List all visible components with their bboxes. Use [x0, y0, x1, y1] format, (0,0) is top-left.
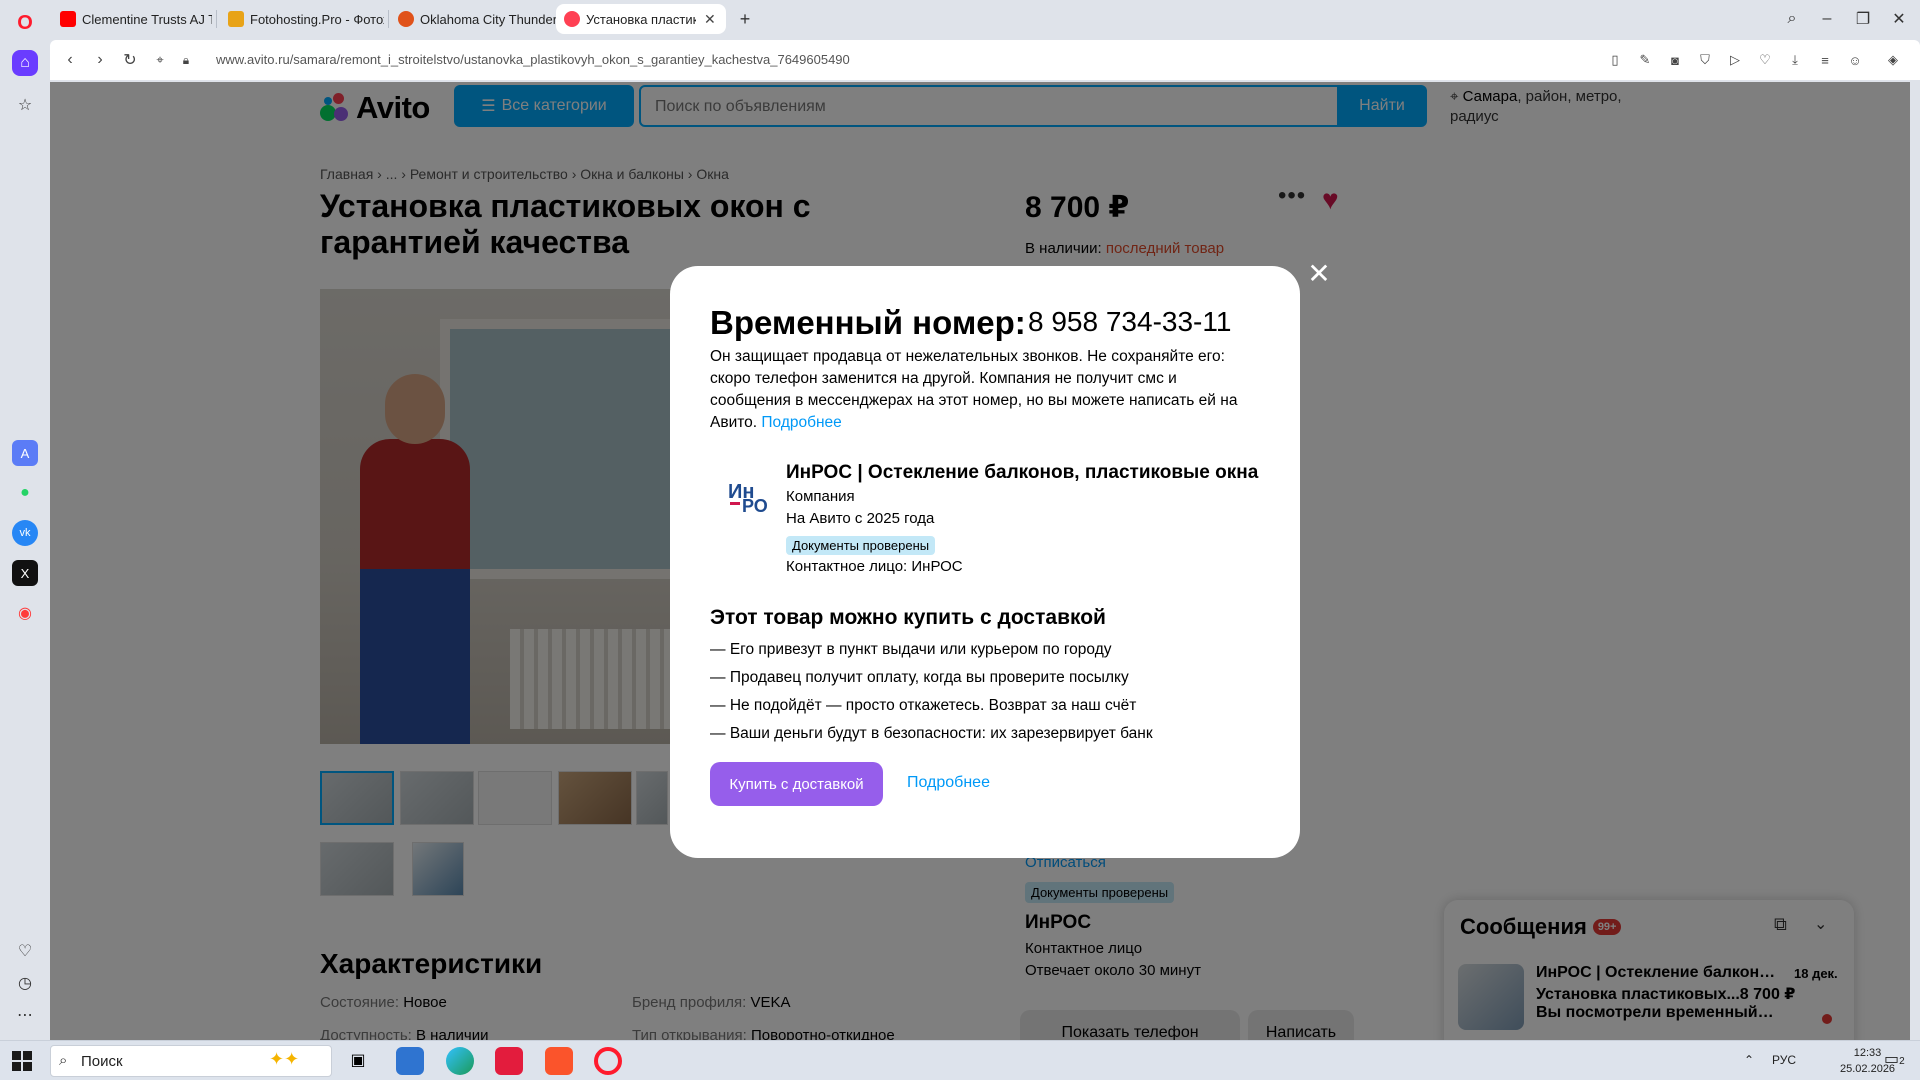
- profile-icon[interactable]: ☺: [1845, 50, 1865, 70]
- notification-count: 2: [1899, 1056, 1905, 1067]
- more-details-link[interactable]: Подробнее: [907, 774, 990, 792]
- home-icon[interactable]: ⌂: [12, 50, 38, 76]
- close-icon[interactable]: ✕: [1307, 260, 1331, 288]
- browser-sidebar: O ⌂ ☆ A ● vk X ◉ ♡ ◷ ⋯: [0, 0, 50, 1040]
- taskbar-search-label: Поиск: [81, 1053, 123, 1070]
- heart-icon[interactable]: ♡: [12, 938, 38, 964]
- history-icon[interactable]: ◷: [12, 970, 38, 996]
- reddit-icon: [398, 11, 414, 27]
- back-icon[interactable]: ‹: [58, 48, 82, 72]
- outlook-icon[interactable]: [396, 1047, 424, 1075]
- modal-title: Временный номер:: [710, 304, 1026, 341]
- avito-tab-icon: [564, 11, 580, 27]
- tab-bar: Clementine Trusts AJ To M Fotohosting.Pr…: [50, 0, 1920, 38]
- more-icon[interactable]: ⋯: [12, 1002, 38, 1028]
- minimize-icon[interactable]: –: [1814, 6, 1840, 32]
- tab-1[interactable]: Clementine Trusts AJ To M: [52, 4, 212, 34]
- whatsapp-icon[interactable]: ●: [12, 480, 38, 506]
- search-icon: ⌕: [59, 1052, 68, 1069]
- close-tab-icon[interactable]: ✕: [704, 11, 716, 28]
- temp-phone-number: 8 958 734-33-11: [1028, 306, 1232, 337]
- vk-icon[interactable]: vk: [12, 520, 38, 546]
- tab-search-icon[interactable]: ⌕: [1779, 6, 1805, 32]
- lock-icon[interactable]: 🔒︎: [174, 48, 198, 72]
- pinboard-icon[interactable]: ☆: [12, 92, 38, 118]
- opera-logo-icon[interactable]: O: [12, 10, 38, 36]
- tab-4-title: Установка пластиковых о: [586, 11, 696, 27]
- url-field[interactable]: www.avito.ru/samara/remont_i_stroitelstv…: [216, 52, 850, 67]
- restore-icon[interactable]: ❐: [1850, 6, 1876, 32]
- extensions-icon[interactable]: ◈: [1883, 50, 1903, 70]
- delivery-item: Его привезут в пункт выдачи или курьером…: [710, 640, 1153, 668]
- modal-seller-type: Компания: [786, 488, 855, 505]
- taskbar-search[interactable]: ⌕ Поиск ✦✦: [50, 1045, 332, 1077]
- tray-chevron-icon[interactable]: ⌃: [1744, 1053, 1754, 1067]
- delivery-item: Не подойдёт — просто откажетесь. Возврат…: [710, 696, 1153, 724]
- delivery-list: Его привезут в пункт выдачи или курьером…: [710, 640, 1153, 752]
- delivery-item: Продавец получит оплату, когда вы провер…: [710, 668, 1153, 696]
- svg-text:РО: РО: [742, 496, 768, 514]
- reload-icon[interactable]: ↻: [118, 48, 142, 72]
- modal-description: Он защищает продавца от нежелательных зв…: [710, 348, 1238, 431]
- tab-3-title: Oklahoma City Thunder: [420, 11, 558, 27]
- tab-2-title: Fotohosting.Pro - Фотохо: [250, 11, 384, 27]
- x-icon[interactable]: X: [12, 560, 38, 586]
- opera-taskbar-icon[interactable]: [594, 1047, 622, 1075]
- modal-seller-title[interactable]: ИнРОС | Остекление балконов, пластиковые…: [786, 462, 1258, 484]
- reader-icon[interactable]: ▯: [1605, 50, 1625, 70]
- taskbar: ⌕ Поиск ✦✦ ▣ ⌃ РУС 12:33 25.02.2026 ▭2: [0, 1040, 1920, 1080]
- copilot-sparkle-icon: ✦✦: [269, 1049, 300, 1069]
- music-player-icon[interactable]: ◉: [12, 600, 38, 626]
- favorite-icon[interactable]: ♡: [1755, 50, 1775, 70]
- windows-start-icon[interactable]: [12, 1051, 32, 1071]
- tab-3[interactable]: Oklahoma City Thunder: [390, 4, 558, 34]
- forward-icon[interactable]: ›: [88, 48, 112, 72]
- edge-icon[interactable]: [446, 1047, 474, 1075]
- seller-logo-icon: Ин РО: [728, 481, 768, 514]
- modal-seller-since: На Авито с 2025 года: [786, 510, 935, 527]
- play-icon[interactable]: ▷: [1725, 50, 1745, 70]
- fotohosting-icon: [228, 11, 244, 27]
- tab-2[interactable]: Fotohosting.Pro - Фотохо: [220, 4, 384, 34]
- close-window-icon[interactable]: ✕: [1886, 6, 1912, 32]
- location-pin-icon[interactable]: ⌖: [148, 48, 172, 72]
- details-link[interactable]: Подробнее: [761, 414, 841, 431]
- menu-icon[interactable]: ≡: [1815, 50, 1835, 70]
- buy-with-delivery-button[interactable]: Купить с доставкой: [710, 762, 883, 806]
- brave-icon[interactable]: [545, 1047, 573, 1075]
- aria-icon[interactable]: A: [12, 440, 38, 466]
- youtube-icon: [60, 11, 76, 27]
- download-icon[interactable]: ⤓: [1785, 50, 1805, 70]
- address-bar: ‹ › ↻ ⌖ 🔒︎ www.avito.ru/samara/remont_i_…: [50, 40, 1920, 80]
- docs-verified-badge: Документы проверены: [786, 536, 936, 555]
- temp-number-modal: Временный номер: 8 958 734-33-11 Он защи…: [670, 266, 1300, 858]
- task-view-icon[interactable]: ▣: [344, 1047, 372, 1075]
- new-tab-button[interactable]: +: [732, 6, 758, 32]
- language-indicator[interactable]: РУС: [1772, 1053, 1796, 1067]
- tab-4-active[interactable]: Установка пластиковых о ✕: [556, 4, 726, 34]
- modal-contact: Контактное лицо: ИнРОС: [786, 558, 963, 575]
- delivery-title: Этот товар можно купить с доставкой: [710, 606, 1106, 629]
- notifications-icon[interactable]: ▭2: [1884, 1049, 1905, 1069]
- edit-icon[interactable]: ✎: [1635, 50, 1655, 70]
- delivery-item: Ваши деньги будут в безопасности: их зар…: [710, 724, 1153, 752]
- vivaldi-icon[interactable]: [495, 1047, 523, 1075]
- tab-1-title: Clementine Trusts AJ To M: [82, 11, 212, 27]
- camera-icon[interactable]: ◙: [1665, 50, 1685, 70]
- shield-icon[interactable]: ⛉: [1695, 50, 1715, 70]
